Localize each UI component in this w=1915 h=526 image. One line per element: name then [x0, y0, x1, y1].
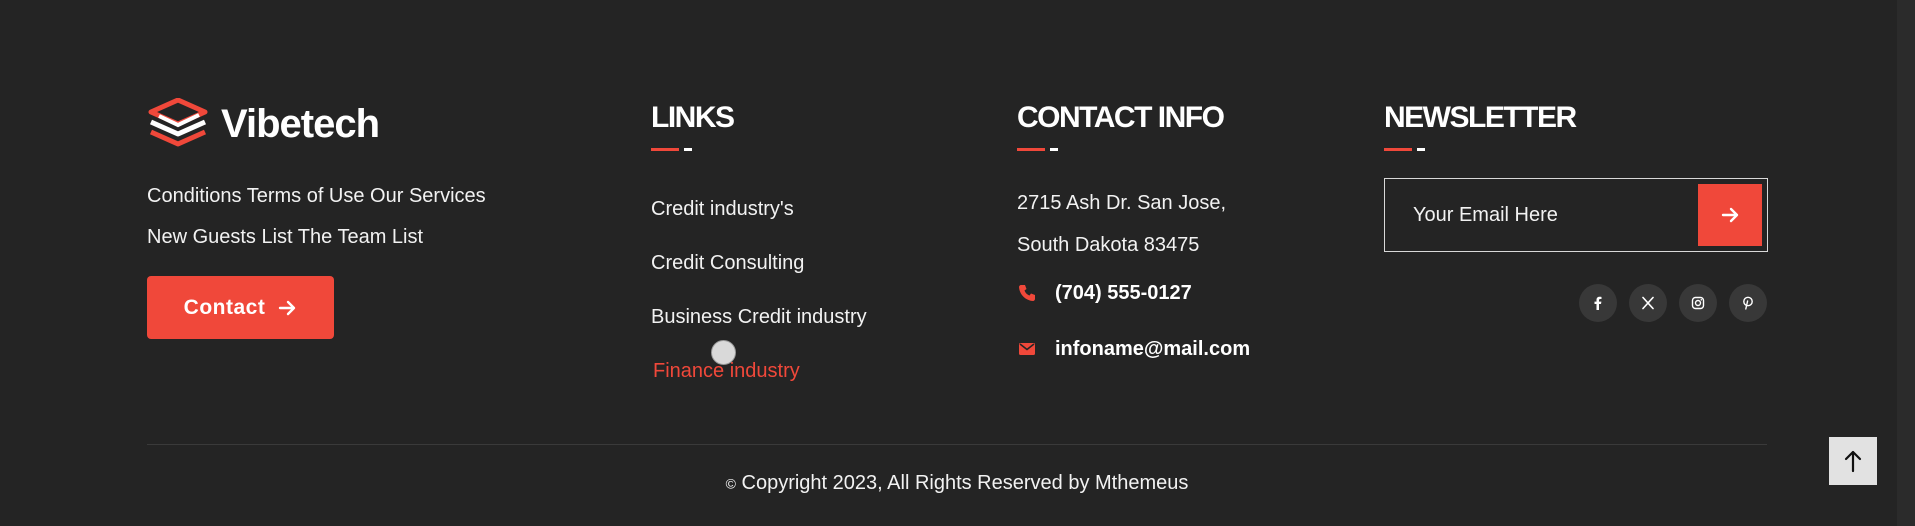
- newsletter-form: [1384, 178, 1768, 252]
- x-icon: [1642, 296, 1654, 310]
- social-links: [1579, 284, 1767, 322]
- x-link[interactable]: [1629, 284, 1667, 322]
- instagram-link[interactable]: [1679, 284, 1717, 322]
- address-line-2: South Dakota 83475: [1017, 234, 1200, 256]
- phone-number: (704) 555-0127: [1055, 281, 1192, 304]
- arrow-up-icon: [1844, 450, 1862, 473]
- email-address: infoname@mail.com: [1055, 337, 1251, 360]
- links-column: LINKS Credit industry's Credit Consultin…: [651, 100, 867, 398]
- brand-name: Vibetech: [221, 101, 380, 146]
- contact-info-title: CONTACT INFO: [1017, 101, 1225, 134]
- mail-icon: [1019, 343, 1035, 355]
- brand-logo-icon: [148, 98, 208, 147]
- newsletter-title-underline: [1384, 148, 1768, 152]
- newsletter-submit-button[interactable]: [1698, 184, 1762, 246]
- brand-links-line-2[interactable]: New Guests List The Team List: [147, 217, 486, 258]
- contact-button[interactable]: Contact: [147, 276, 334, 339]
- mouse-cursor: [711, 340, 736, 365]
- newsletter-column: NEWSLETTER: [1384, 100, 1768, 252]
- arrow-right-icon: [1721, 207, 1739, 223]
- contact-info-column: CONTACT INFO 2715 Ash Dr. San Jose, Sout…: [1017, 100, 1250, 364]
- link-finance-industry[interactable]: Finance industry: [653, 344, 867, 398]
- link-business-credit-industry[interactable]: Business Credit industry: [651, 290, 867, 344]
- instagram-icon: [1691, 296, 1705, 310]
- copyright: © Copyright 2023, All Rights Reserved by…: [147, 472, 1767, 495]
- page-scrollbar-strip: [1897, 0, 1915, 526]
- newsletter-email-input[interactable]: [1385, 203, 1685, 227]
- contact-button-label: Contact: [183, 295, 266, 319]
- phone-icon: [1019, 285, 1035, 301]
- links-list: Credit industry's Credit Consulting Busi…: [651, 182, 867, 398]
- contact-info-title-underline: [1017, 148, 1250, 152]
- email-row[interactable]: infoname@mail.com: [1017, 334, 1250, 364]
- copyright-symbol: ©: [725, 475, 736, 492]
- copyright-text: Copyright 2023, All Rights Reserved by M…: [741, 472, 1189, 494]
- footer-divider: [147, 444, 1767, 445]
- link-credit-industrys[interactable]: Credit industry's: [651, 182, 867, 236]
- address: 2715 Ash Dr. San Jose, South Dakota 8347…: [1017, 182, 1250, 266]
- site-footer: Vibetech Conditions Terms of Use Our Ser…: [147, 0, 1768, 526]
- brand-links: Conditions Terms of Use Our Services New…: [147, 176, 486, 258]
- links-title-underline: [651, 148, 867, 152]
- phone-row[interactable]: (704) 555-0127: [1017, 278, 1250, 308]
- brand[interactable]: Vibetech: [147, 98, 380, 150]
- facebook-icon: [1594, 296, 1602, 310]
- address-line-1: 2715 Ash Dr. San Jose,: [1017, 192, 1227, 214]
- links-title: LINKS: [651, 101, 735, 134]
- link-credit-consulting[interactable]: Credit Consulting: [651, 236, 867, 290]
- brand-links-line-1[interactable]: Conditions Terms of Use Our Services: [147, 176, 486, 217]
- arrow-right-icon: [279, 300, 296, 315]
- scroll-to-top-button[interactable]: [1829, 437, 1877, 485]
- newsletter-title: NEWSLETTER: [1384, 101, 1577, 134]
- pinterest-icon: [1743, 296, 1753, 310]
- pinterest-link[interactable]: [1729, 284, 1767, 322]
- facebook-link[interactable]: [1579, 284, 1617, 322]
